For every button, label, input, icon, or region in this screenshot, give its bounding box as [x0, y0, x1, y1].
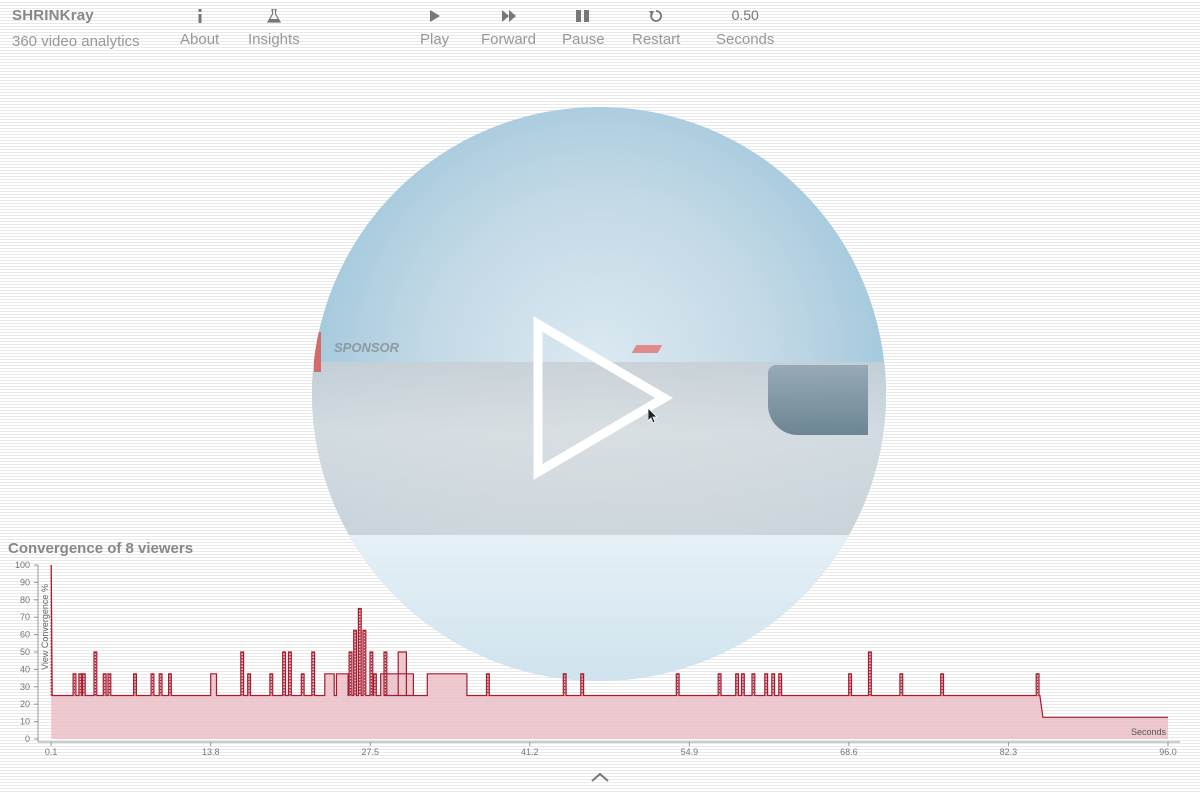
x-tick-label: 27.5 [361, 747, 379, 757]
y-tick-label: 80 [20, 595, 30, 605]
convergence-area [51, 565, 1169, 739]
x-tick-label: 68.6 [840, 747, 858, 757]
chevron-up-icon[interactable] [588, 770, 612, 784]
about-button[interactable]: About [180, 6, 219, 48]
mouse-cursor-icon [648, 408, 658, 424]
video-boat-stern [768, 365, 868, 435]
fast-forward-icon [481, 6, 536, 24]
info-icon [180, 6, 219, 24]
restart-label: Restart [632, 31, 681, 48]
y-tick-label: 50 [20, 647, 30, 657]
y-tick-label: 90 [20, 577, 30, 587]
seconds-value[interactable]: 0.50 [716, 6, 774, 24]
insights-label: Insights [248, 31, 300, 48]
convergence-chart[interactable]: 0 10 20 30 40 50 60 70 80 90 100 0.1 13.8 27.5 41.2 54.… [0, 555, 1200, 767]
y-tick-label: 20 [20, 699, 30, 709]
pause-label: Pause [562, 31, 605, 48]
forward-label: Forward [481, 31, 537, 48]
y-tick-label: 100 [15, 560, 30, 570]
app-subtitle: 360 video analytics [12, 33, 140, 50]
play-label: Play [420, 31, 450, 48]
brand[interactable]: SHRINKray 360 video analytics [12, 7, 140, 50]
pause-icon [562, 6, 605, 24]
convergence-line [50, 564, 1168, 718]
video-sponsor-text: SPONSOR [334, 340, 400, 355]
insights-button[interactable]: Insights [248, 6, 300, 48]
about-label: About [180, 31, 220, 48]
y-tick-label: 10 [20, 717, 30, 727]
y-tick-label: 70 [20, 612, 30, 622]
y-tick-label: 40 [20, 664, 30, 674]
pause-button[interactable]: Pause [562, 6, 605, 48]
top-bar: SHRINKray 360 video analytics About Insi… [0, 0, 1200, 60]
flask-icon [248, 6, 300, 24]
x-tick-label: 0.1 [45, 747, 58, 757]
video-red-mark [314, 332, 321, 372]
play-icon [420, 6, 449, 24]
big-play-icon[interactable] [520, 316, 680, 481]
x-axis-label: Seconds [1131, 727, 1167, 737]
restart-icon [632, 6, 680, 24]
restart-button[interactable]: Restart [632, 6, 680, 48]
x-tick-label: 13.8 [202, 747, 220, 757]
seconds-control[interactable]: 0.50 Seconds [716, 6, 774, 48]
x-tick-label: 41.2 [521, 747, 539, 757]
play-button[interactable]: Play [420, 6, 449, 48]
y-tick-label: 60 [20, 630, 30, 640]
x-tick-label: 96.0 [1159, 747, 1177, 757]
x-tick-label: 82.3 [1000, 747, 1018, 757]
forward-button[interactable]: Forward [481, 6, 536, 48]
y-tick-label: 30 [20, 682, 30, 692]
y-axis-label: View Convergence % [40, 584, 50, 670]
app-title[interactable]: SHRINKray [12, 7, 140, 24]
x-tick-label: 54.9 [681, 747, 699, 757]
y-tick-label: 0 [25, 734, 30, 744]
seconds-label: Seconds [716, 31, 775, 48]
